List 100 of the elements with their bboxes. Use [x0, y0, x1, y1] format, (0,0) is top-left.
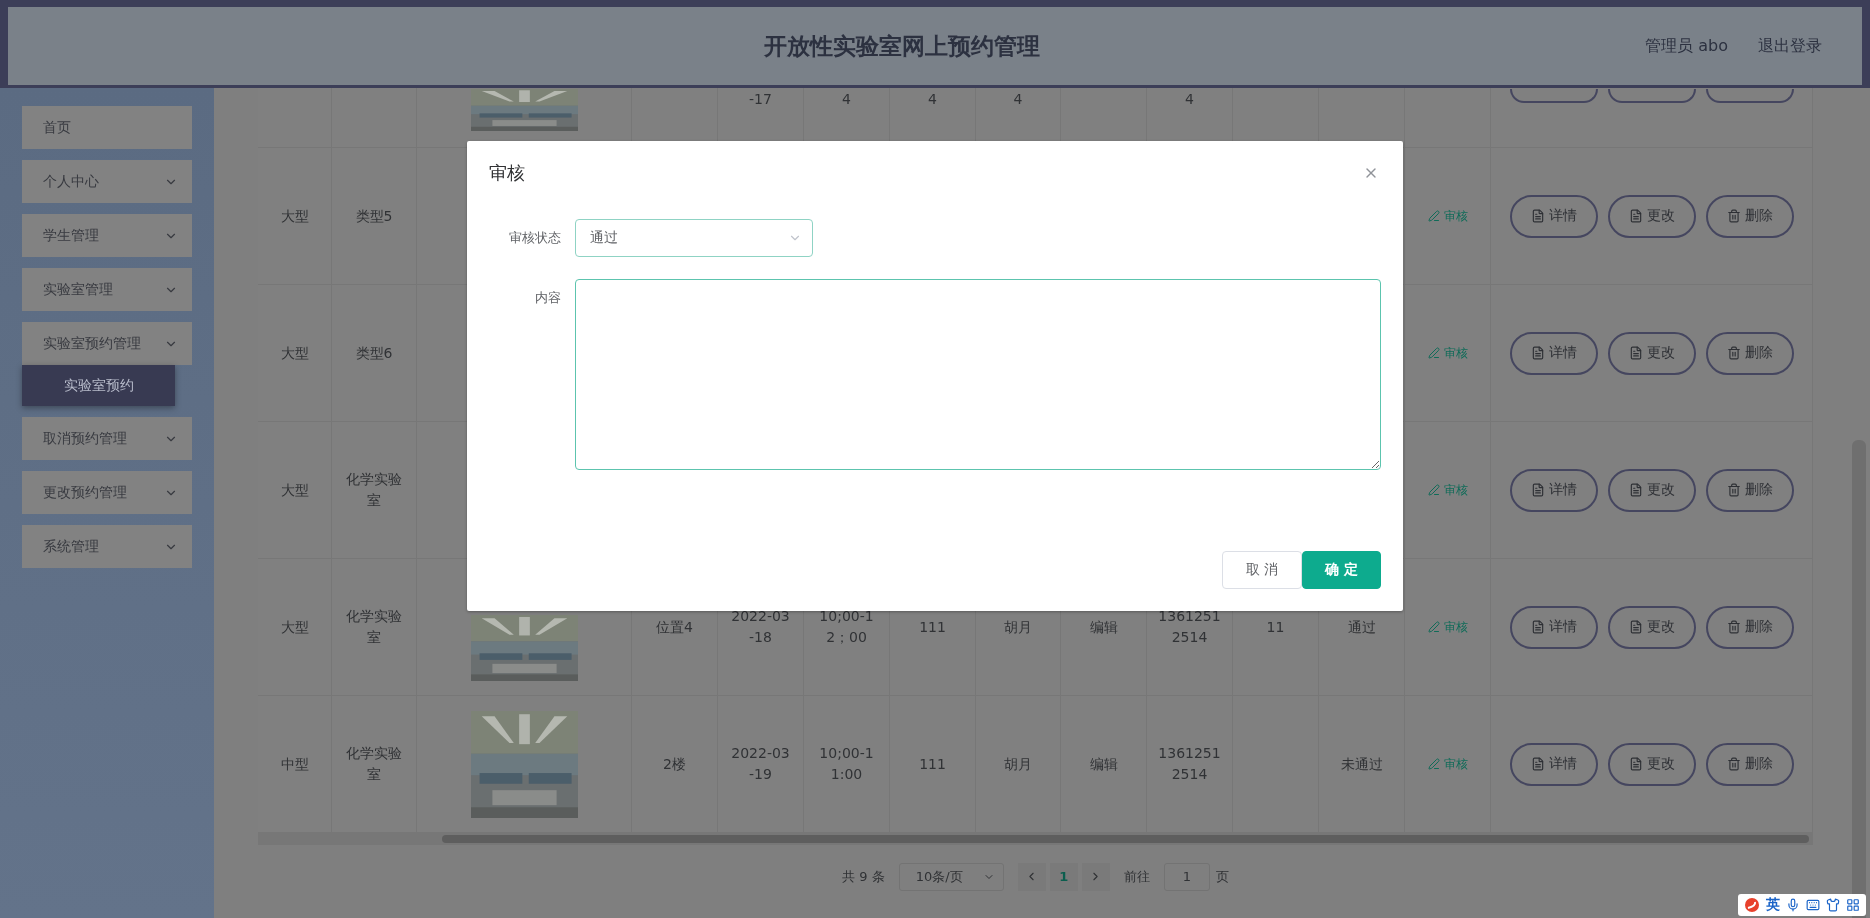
confirm-button[interactable]: 确 定	[1302, 551, 1381, 589]
horizontal-scrollbar[interactable]	[258, 833, 1813, 845]
table-cell-text: 4	[928, 90, 937, 109]
table-cell-text: 2022-03 -19	[731, 744, 790, 784]
shirt-icon[interactable]	[1826, 898, 1840, 912]
document-icon	[1628, 757, 1643, 771]
table-cell-text: 10;00-1 2；00	[819, 607, 874, 647]
details-button[interactable]: 详情	[1509, 331, 1598, 375]
logout-link[interactable]: 退出登录	[1758, 35, 1822, 57]
row-action-button[interactable]	[1705, 89, 1794, 103]
details-button[interactable]: 详情	[1509, 194, 1598, 238]
table-cell-text: 通过	[1347, 617, 1376, 637]
table-cell-text: 胡月	[1004, 754, 1032, 774]
table-cell-text: 2楼	[663, 754, 686, 774]
table-cell-text: 10;00-1 1:00	[819, 744, 874, 784]
page-suffix: 页	[1215, 867, 1229, 886]
app-title: 开放性实验室网上预约管理	[762, 31, 1041, 61]
grid-icon[interactable]	[1846, 898, 1860, 912]
pen-icon	[1427, 210, 1440, 222]
goto-label: 前往	[1123, 867, 1150, 886]
delete-button[interactable]: 删除	[1705, 331, 1794, 375]
table-cell-text: 111	[919, 617, 946, 637]
trash-icon	[1726, 620, 1741, 634]
field-label: 审核状态	[508, 229, 562, 247]
dialog-title: 审核	[489, 161, 525, 185]
table-cell-text: 111	[919, 754, 946, 774]
document-icon	[1530, 346, 1545, 360]
table-cell-text: 大型	[280, 343, 309, 363]
table-cell-text: 1361251 2514	[1158, 607, 1221, 647]
table-cell-text: 大型	[280, 480, 309, 500]
document-icon	[1530, 757, 1545, 771]
table-cell-text: 编辑	[1089, 754, 1118, 774]
edit-button[interactable]: 更改	[1607, 468, 1696, 512]
sidebar-item[interactable]: 系统管理	[22, 525, 192, 568]
delete-button[interactable]: 删除	[1705, 194, 1794, 238]
keyboard-icon[interactable]	[1806, 898, 1820, 912]
edit-button[interactable]: 更改	[1607, 605, 1696, 649]
pen-icon	[1427, 484, 1440, 496]
field-label: 内容	[534, 289, 562, 307]
sidebar-item[interactable]: 实验室管理	[22, 268, 192, 311]
table-cell-text: 4	[842, 90, 851, 109]
sidebar-item[interactable]: 首页	[22, 106, 192, 149]
submenu-item[interactable]: 实验室预约	[22, 365, 175, 406]
table-cell-text: 4	[1185, 90, 1194, 109]
sidebar-item[interactable]: 取消预约管理	[22, 417, 192, 460]
edit-button[interactable]: 更改	[1607, 742, 1696, 786]
table-cell-text: 11	[1266, 617, 1285, 637]
trash-icon	[1726, 209, 1741, 223]
table-cell-text: 类型6	[355, 343, 393, 363]
input-language[interactable]: 英	[1766, 896, 1780, 914]
table-cell-text: 4	[1013, 90, 1023, 109]
details-button[interactable]: 详情	[1509, 605, 1598, 649]
row-action-button[interactable]	[1607, 89, 1696, 103]
edit-button[interactable]: 更改	[1607, 331, 1696, 375]
table-cell-text: 化学实验室	[345, 470, 403, 510]
delete-button[interactable]: 删除	[1705, 605, 1794, 649]
sidebar-item[interactable]: 个人中心	[22, 160, 192, 203]
table-cell-text: 化学实验室	[345, 607, 403, 647]
edit-button[interactable]: 更改	[1607, 194, 1696, 238]
goto-page-field[interactable]: 1	[1163, 862, 1210, 891]
trash-icon	[1726, 757, 1741, 771]
sidebar-item[interactable]: 更改预约管理	[22, 471, 192, 514]
table-cell-text: 1361251 2514	[1158, 744, 1221, 784]
table-cell-text: 大型	[280, 206, 309, 226]
table-cell-text: 未通过	[1340, 754, 1383, 774]
page-size-select[interactable]: 10条/页	[898, 862, 1004, 891]
trash-icon	[1726, 346, 1741, 360]
table-cell-text: 化学实验室	[345, 744, 403, 784]
table-cell-text: 类型5	[355, 206, 393, 226]
trash-icon	[1726, 483, 1741, 497]
document-icon	[1530, 209, 1545, 223]
document-icon	[1628, 620, 1643, 634]
ime-logo-icon[interactable]	[1744, 897, 1760, 913]
delete-button[interactable]: 删除	[1705, 742, 1794, 786]
table-cell-text: 大型	[280, 617, 309, 637]
document-icon	[1628, 209, 1643, 223]
document-icon	[1628, 346, 1643, 360]
status-select[interactable]: 通过	[575, 219, 813, 257]
microphone-icon[interactable]	[1786, 898, 1800, 912]
pen-icon	[1427, 621, 1440, 633]
cancel-button[interactable]: 取 消	[1222, 551, 1302, 589]
details-button[interactable]: 详情	[1509, 468, 1598, 512]
details-button[interactable]: 详情	[1509, 742, 1598, 786]
delete-button[interactable]: 删除	[1705, 468, 1794, 512]
document-icon	[1530, 483, 1545, 497]
row-action-button[interactable]	[1509, 89, 1598, 103]
user-label: 管理员 abo	[1645, 35, 1728, 57]
document-icon	[1628, 483, 1643, 497]
vertical-scrollbar[interactable]	[1852, 440, 1866, 918]
table-cell-text: -17	[749, 90, 772, 109]
total-count: 共 9 条	[842, 867, 885, 886]
page-number[interactable]: 1	[1049, 862, 1078, 891]
document-icon	[1530, 620, 1545, 634]
table-cell-text: 2022-03 -18	[731, 607, 790, 647]
sidebar-item[interactable]: 实验室预约管理	[22, 322, 192, 365]
pen-icon	[1427, 758, 1440, 770]
table-cell-text: 编辑	[1089, 617, 1118, 637]
table-cell-text: 胡月	[1004, 617, 1032, 637]
sidebar-item[interactable]: 学生管理	[22, 214, 192, 257]
pen-icon	[1427, 347, 1440, 359]
